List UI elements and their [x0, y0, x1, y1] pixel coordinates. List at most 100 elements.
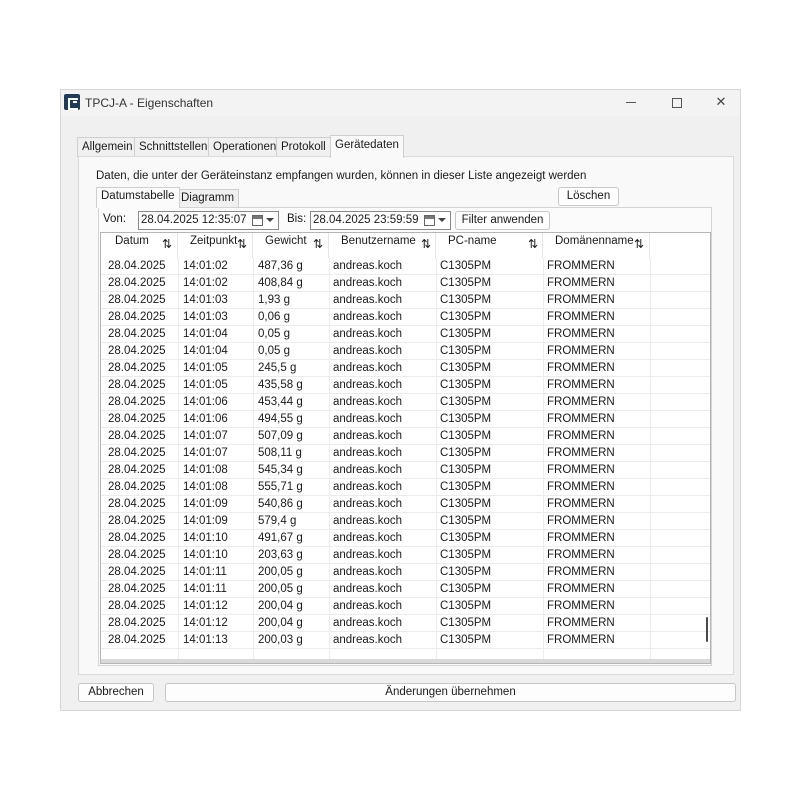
table-row[interactable]: 28.04.2025 14:01:05 435,58 g andreas.koch C1…	[101, 377, 710, 394]
table-row[interactable]: 28.04.2025 14:01:10 491,67 g andreas.koch C1…	[101, 530, 710, 547]
column-header-domaenenname[interactable]: Domänenname ⇅	[543, 233, 650, 258]
table-row[interactable]: 28.04.2025 14:01:12 200,04 g andreas.koch C1…	[101, 615, 710, 632]
cell-pc-name: C1305PM	[440, 430, 492, 442]
tab-allgemein[interactable]: Allgemein	[77, 137, 138, 157]
table-row[interactable]: 28.04.2025 14:01:04 0,05 g andreas.koch C130…	[101, 343, 710, 360]
cell-domaenenname: FROMMERN	[547, 617, 615, 629]
cell-gewicht: 507,09 g	[258, 430, 303, 442]
table-row[interactable]: 28.04.2025 14:01:09 540,86 g andreas.koch C1…	[101, 496, 710, 513]
sort-icon[interactable]: ⇅	[528, 237, 538, 251]
cell-datum: 28.04.2025	[108, 549, 166, 561]
cell-benutzername: andreas.koch	[333, 464, 403, 476]
cell-datum: 28.04.2025	[108, 447, 166, 459]
cell-domaenenname: FROMMERN	[547, 413, 615, 425]
close-button[interactable]: ✕	[698, 90, 744, 116]
cell-gewicht: 555,71 g	[258, 481, 303, 493]
to-date-picker[interactable]: 28.04.2025 23:59:59	[310, 211, 451, 230]
cell-benutzername: andreas.koch	[333, 447, 403, 459]
table-row[interactable]: 28.04.2025 14:01:08 545,34 g andreas.koch C1…	[101, 462, 710, 479]
calendar-icon[interactable]	[252, 215, 263, 226]
cell-zeitpunkt: 14:01:03	[183, 294, 228, 306]
table-row[interactable]: 28.04.2025 14:01:03 0,06 g andreas.koch C130…	[101, 309, 710, 326]
cell-datum: 28.04.2025	[108, 532, 166, 544]
table-row[interactable]: 28.04.2025 14:01:13 200,03 g andreas.koch C1…	[101, 632, 710, 649]
sort-icon[interactable]: ⇅	[634, 237, 644, 251]
cell-zeitpunkt: 14:01:13	[183, 634, 228, 646]
data-table[interactable]: Datum ⇅ Zeitpunkt ⇅ Gewicht ⇅ Benutzerna…	[100, 232, 711, 664]
cell-datum: 28.04.2025	[108, 311, 166, 323]
table-row[interactable]: 28.04.2025 14:01:05 245,5 g andreas.koch C13…	[101, 360, 710, 377]
cell-benutzername: andreas.koch	[333, 362, 403, 374]
table-row[interactable]: 28.04.2025 14:01:07 507,09 g andreas.koch C1…	[101, 428, 710, 445]
column-header-datum[interactable]: Datum ⇅	[101, 233, 178, 258]
sort-icon[interactable]: ⇅	[162, 237, 172, 251]
cell-zeitpunkt: 14:01:02	[183, 277, 228, 289]
cell-benutzername: andreas.koch	[333, 277, 403, 289]
cell-benutzername: andreas.koch	[333, 515, 403, 527]
table-row[interactable]: 28.04.2025 14:01:12 200,04 g andreas.koch C1…	[101, 598, 710, 615]
subtab-datumstabelle[interactable]: Datumstabelle	[96, 187, 180, 208]
subtab-diagramm[interactable]: Diagramm	[176, 189, 240, 208]
cell-benutzername: andreas.koch	[333, 311, 403, 323]
table-row[interactable]: 28.04.2025 14:01:02 408,84 g andreas.koch C1…	[101, 275, 710, 292]
cell-zeitpunkt: 14:01:11	[183, 583, 227, 595]
apply-filter-button[interactable]: Filter anwenden	[455, 211, 550, 230]
table-row[interactable]: 28.04.2025 14:01:10 203,63 g andreas.koch C1…	[101, 547, 710, 564]
column-header-pc-name[interactable]: PC-name ⇅	[436, 233, 543, 258]
cell-gewicht: 200,05 g	[258, 566, 303, 578]
table-row[interactable]: 28.04.2025 14:01:08 555,71 g andreas.koch C1…	[101, 479, 710, 496]
cell-pc-name: C1305PM	[440, 566, 492, 578]
tab-operationen[interactable]: Operationen	[208, 137, 282, 157]
cell-pc-name: C1305PM	[440, 345, 492, 357]
column-label: Datum	[115, 235, 149, 247]
cell-datum: 28.04.2025	[108, 498, 166, 510]
table-row[interactable]: 28.04.2025 14:01:02 487,36 g andreas.koch C1…	[101, 258, 710, 275]
table-row[interactable]: 28.04.2025 14:01:04 0,05 g andreas.koch C130…	[101, 326, 710, 343]
cell-domaenenname: FROMMERN	[547, 464, 615, 476]
table-row[interactable]: 28.04.2025 14:01:06 453,44 g andreas.koch C1…	[101, 394, 710, 411]
cancel-button[interactable]: Abbrechen	[78, 683, 154, 702]
cell-pc-name: C1305PM	[440, 328, 492, 340]
delete-button[interactable]: Löschen	[558, 187, 619, 206]
table-row[interactable]: 28.04.2025 14:01:03 1,93 g andreas.koch C130…	[101, 292, 710, 309]
table-row[interactable]: 28.04.2025 14:01:11 200,05 g andreas.koch C1…	[101, 581, 710, 598]
cell-domaenenname: FROMMERN	[547, 260, 615, 272]
cell-gewicht: 0,05 g	[258, 328, 290, 340]
chevron-down-icon[interactable]	[438, 218, 446, 222]
sort-icon[interactable]: ⇅	[237, 237, 247, 251]
column-header-benutzername[interactable]: Benutzername ⇅	[329, 233, 436, 258]
title-bar[interactable]: TPCJ-A - Eigenschaften ✕	[61, 90, 740, 116]
table-row[interactable]: 28.04.2025 14:01:07 508,11 g andreas.koch C1…	[101, 445, 710, 462]
cell-gewicht: 0,05 g	[258, 345, 290, 357]
cell-pc-name: C1305PM	[440, 617, 492, 629]
apply-changes-button[interactable]: Änderungen übernehmen	[165, 683, 736, 702]
from-date-value: 28.04.2025 12:35:07	[141, 214, 247, 226]
horizontal-scrollbar[interactable]	[101, 659, 710, 663]
tab-geraetedaten[interactable]: Gerätedaten	[330, 135, 404, 158]
cell-zeitpunkt: 14:01:06	[183, 396, 228, 408]
tab-protokoll[interactable]: Protokoll	[276, 137, 331, 157]
column-header-gewicht[interactable]: Gewicht ⇅	[253, 233, 329, 258]
tab-schnittstellen[interactable]: Schnittstellen	[134, 137, 213, 157]
sort-icon[interactable]: ⇅	[313, 237, 323, 251]
cell-datum: 28.04.2025	[108, 362, 166, 374]
chevron-down-icon[interactable]	[266, 218, 274, 222]
cell-datum: 28.04.2025	[108, 328, 166, 340]
sort-icon[interactable]: ⇅	[421, 237, 431, 251]
minimize-button[interactable]	[608, 90, 654, 116]
table-row[interactable]: 28.04.2025 14:01:11 200,05 g andreas.koch C1…	[101, 564, 710, 581]
table-row[interactable]: 28.04.2025 14:01:09 579,4 g andreas.koch C13…	[101, 513, 710, 530]
cell-zeitpunkt: 14:01:03	[183, 311, 228, 323]
cell-domaenenname: FROMMERN	[547, 515, 615, 527]
column-header-zeitpunkt[interactable]: Zeitpunkt ⇅	[178, 233, 253, 258]
vertical-scrollbar-thumb[interactable]	[706, 617, 708, 642]
maximize-button[interactable]	[654, 90, 700, 116]
cell-gewicht: 540,86 g	[258, 498, 303, 510]
column-label: Zeitpunkt	[190, 235, 238, 247]
from-date-picker[interactable]: 28.04.2025 12:35:07	[138, 211, 279, 230]
calendar-icon[interactable]	[424, 215, 435, 226]
cell-pc-name: C1305PM	[440, 515, 492, 527]
table-row[interactable]: 28.04.2025 14:01:06 494,55 g andreas.koch C1…	[101, 411, 710, 428]
cell-gewicht: 245,5 g	[258, 362, 297, 374]
cell-datum: 28.04.2025	[108, 294, 166, 306]
